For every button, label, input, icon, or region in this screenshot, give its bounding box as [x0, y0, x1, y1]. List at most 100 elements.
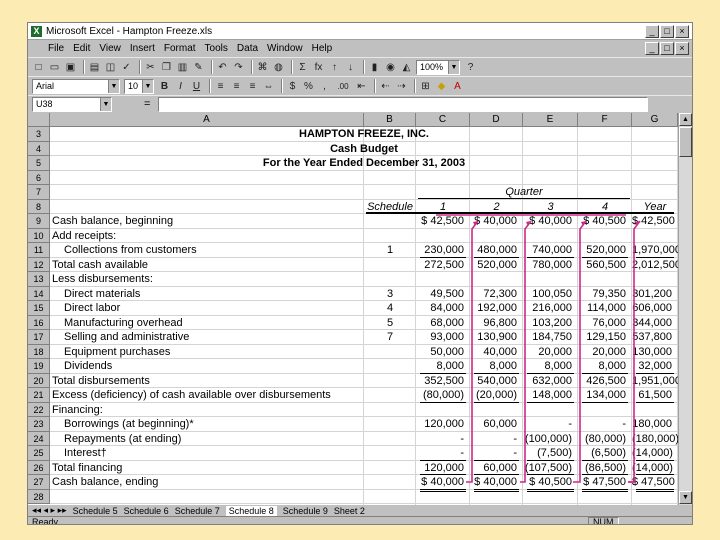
borders-icon[interactable]: ⊞ — [419, 80, 432, 93]
minimize-button[interactable]: _ — [645, 25, 659, 38]
row-header[interactable]: 20 — [28, 373, 50, 388]
cut-icon[interactable]: ✂ — [144, 61, 157, 74]
row-header[interactable]: 28 — [28, 489, 50, 504]
row-header[interactable]: 14 — [28, 286, 50, 301]
menu-view[interactable]: View — [99, 43, 121, 54]
scroll-up-icon[interactable]: ▲ — [679, 113, 692, 126]
chevron-down-icon[interactable]: ▼ — [448, 60, 459, 74]
chevron-down-icon[interactable]: ▼ — [108, 79, 119, 93]
doc-restore-button[interactable]: □ — [660, 42, 674, 55]
select-all-corner[interactable] — [28, 113, 50, 127]
column-header-e[interactable]: E — [523, 113, 578, 127]
menu-help[interactable]: Help — [312, 43, 333, 54]
drawing-icon[interactable]: ◭ — [400, 61, 413, 74]
undo-icon[interactable]: ↶ — [216, 61, 229, 74]
maximize-button[interactable]: □ — [660, 25, 674, 38]
decrease-decimal-icon[interactable]: ⇤ — [355, 80, 368, 93]
percent-button[interactable]: % — [302, 80, 315, 93]
row-header[interactable]: 22 — [28, 402, 50, 417]
column-header-a[interactable]: A — [50, 113, 364, 127]
row-header[interactable]: 4 — [28, 141, 50, 156]
tab-schedule-5[interactable]: Schedule 5 — [73, 506, 118, 516]
hyperlink-icon[interactable]: ⌘ — [256, 61, 269, 74]
menu-edit[interactable]: Edit — [73, 43, 90, 54]
web-toolbar-icon[interactable]: ◍ — [272, 61, 285, 74]
row-header[interactable]: 17 — [28, 330, 50, 345]
font-size-select[interactable]: 10 ▼ — [124, 78, 154, 94]
align-left-icon[interactable]: ≡ — [214, 80, 227, 93]
increase-decimal-button[interactable]: .00 — [334, 80, 352, 93]
paste-icon[interactable]: ▥ — [176, 61, 189, 74]
tab-schedule-6[interactable]: Schedule 6 — [124, 506, 169, 516]
fill-color-icon[interactable]: ◆ — [435, 80, 448, 93]
menu-tools[interactable]: Tools — [205, 43, 228, 54]
tab-schedule-8[interactable]: Schedule 8 — [225, 505, 277, 516]
tab-nav-icon[interactable]: ◂◂ ◂ ▸ ▸▸ — [32, 505, 67, 516]
open-icon[interactable]: ▭ — [48, 61, 61, 74]
row-header[interactable]: 12 — [28, 257, 50, 272]
tab-sheet-2[interactable]: Sheet 2 — [334, 506, 365, 516]
increase-indent-icon[interactable]: ⇢ — [395, 80, 408, 93]
row-header[interactable]: 3 — [28, 127, 50, 142]
row-header[interactable]: 18 — [28, 344, 50, 359]
spelling-icon[interactable]: ✓ — [120, 61, 133, 74]
chart-wizard-icon[interactable]: ▮ — [368, 61, 381, 74]
print-icon[interactable]: ▤ — [88, 61, 101, 74]
office-assistant-icon[interactable]: ? — [464, 61, 477, 74]
row-header[interactable]: 8 — [28, 199, 50, 214]
vertical-scrollbar[interactable]: ▲ ▼ — [678, 113, 692, 505]
name-box[interactable]: U38 ▼ — [32, 96, 112, 112]
row-header[interactable]: 5 — [28, 156, 50, 171]
zoom-select[interactable]: 100% ▼ — [416, 59, 460, 75]
column-header-c[interactable]: C — [416, 113, 470, 127]
row-header[interactable]: 26 — [28, 460, 50, 475]
map-icon[interactable]: ◉ — [384, 61, 397, 74]
scroll-thumb[interactable] — [679, 127, 692, 157]
row-header[interactable]: 9 — [28, 214, 50, 229]
redo-icon[interactable]: ↷ — [232, 61, 245, 74]
menu-insert[interactable]: Insert — [130, 43, 155, 54]
doc-minimize-button[interactable]: _ — [645, 42, 659, 55]
menu-window[interactable]: Window — [267, 43, 303, 54]
function-icon[interactable]: fx — [312, 61, 325, 74]
column-header-g[interactable]: G — [632, 113, 678, 127]
currency-icon[interactable]: $ — [286, 80, 299, 93]
scroll-down-icon[interactable]: ▼ — [679, 491, 692, 504]
menu-file[interactable]: File — [48, 43, 64, 54]
row-header[interactable]: 11 — [28, 243, 50, 258]
italic-button[interactable]: I — [174, 80, 187, 93]
autosum-icon[interactable]: Σ — [296, 61, 309, 74]
row-header[interactable]: 19 — [28, 359, 50, 374]
row-header[interactable]: 13 — [28, 272, 50, 287]
row-header[interactable]: 27 — [28, 475, 50, 490]
chevron-down-icon[interactable]: ▼ — [100, 97, 111, 111]
row-header[interactable]: 24 — [28, 431, 50, 446]
sort-asc-icon[interactable]: ↑ — [328, 61, 341, 74]
align-right-icon[interactable]: ≡ — [246, 80, 259, 93]
copy-icon[interactable]: ❐ — [160, 61, 173, 74]
close-button[interactable]: × — [675, 25, 689, 38]
row-header[interactable]: 23 — [28, 417, 50, 432]
menu-data[interactable]: Data — [237, 43, 258, 54]
row-header[interactable]: 15 — [28, 301, 50, 316]
column-header-f[interactable]: F — [578, 113, 632, 127]
row-header[interactable]: 16 — [28, 315, 50, 330]
tab-schedule-9[interactable]: Schedule 9 — [283, 506, 328, 516]
new-icon[interactable]: □ — [32, 61, 45, 74]
row-header[interactable]: 6 — [28, 170, 50, 185]
column-header-b[interactable]: B — [364, 113, 416, 127]
formula-input[interactable] — [158, 96, 649, 112]
sort-desc-icon[interactable]: ↓ — [344, 61, 357, 74]
worksheet-grid[interactable]: A B C D E F G 3 4 5 6 7 8 9 10 11 12 13 14 15 16 17 18 19 20 21 22… — [28, 113, 678, 505]
merge-center-icon[interactable]: ⇔ — [262, 80, 275, 93]
menu-format[interactable]: Format — [164, 43, 196, 54]
row-header[interactable]: 7 — [28, 185, 50, 200]
row-header[interactable]: 25 — [28, 446, 50, 461]
column-header-d[interactable]: D — [470, 113, 523, 127]
save-icon[interactable]: ▣ — [64, 61, 77, 74]
align-center-icon[interactable]: ≡ — [230, 80, 243, 93]
font-select[interactable]: Arial ▼ — [32, 78, 120, 94]
font-color-icon[interactable]: A — [451, 80, 464, 93]
chevron-down-icon[interactable]: ▼ — [142, 79, 153, 93]
comma-button[interactable]: , — [318, 80, 331, 93]
